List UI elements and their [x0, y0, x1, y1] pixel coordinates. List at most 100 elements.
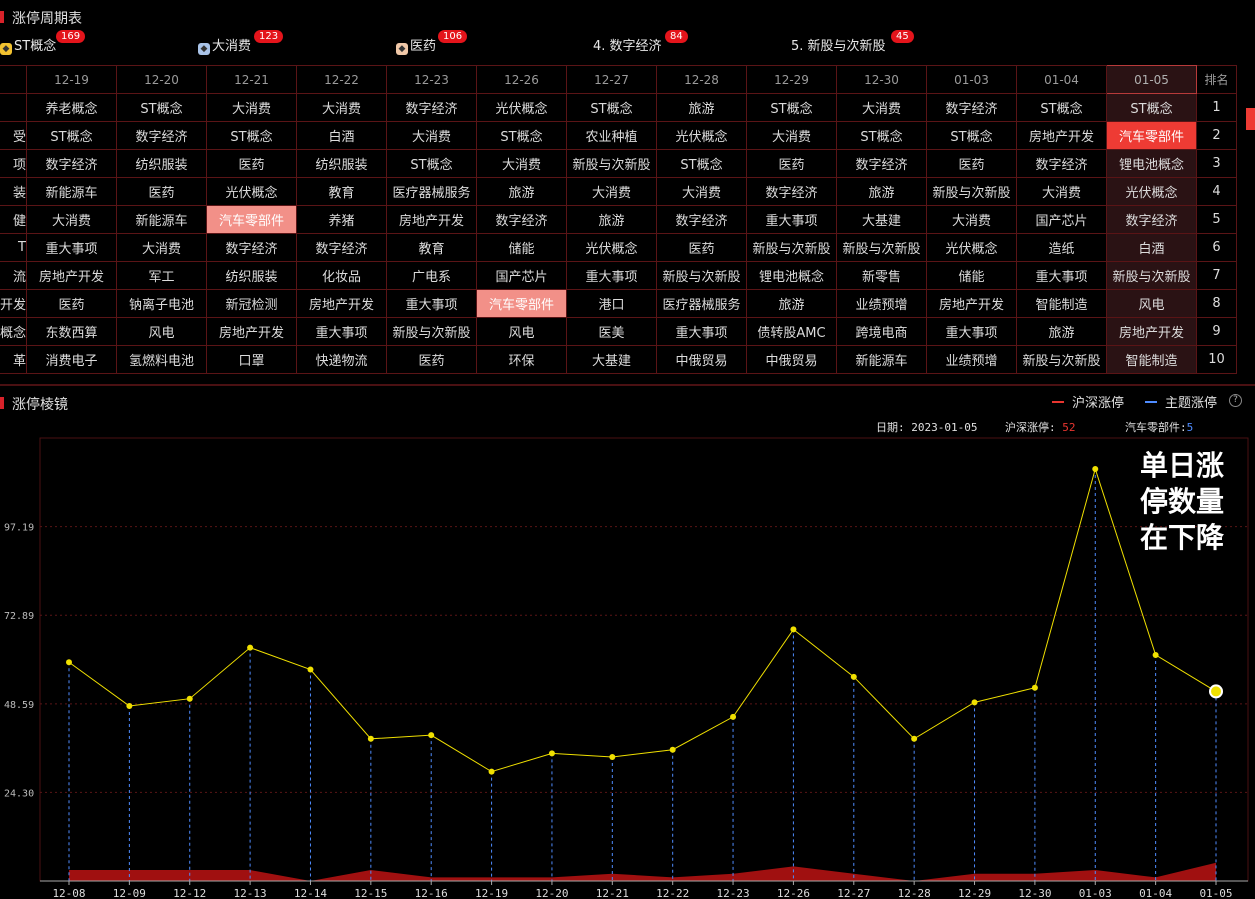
- concept-cell[interactable]: 智能制造: [1106, 345, 1197, 374]
- concept-cell[interactable]: 旅游: [746, 289, 837, 318]
- concept-cell[interactable]: 债转股AMC: [746, 317, 837, 346]
- concept-cell[interactable]: 数字经济: [116, 121, 207, 150]
- concept-cell[interactable]: 钠离子电池: [116, 289, 207, 318]
- concept-cell[interactable]: 数字经济: [206, 233, 297, 262]
- concept-cell[interactable]: 教育: [296, 177, 387, 206]
- concept-cell[interactable]: ST概念: [206, 121, 297, 150]
- concept-cell[interactable]: 纺织服装: [206, 261, 297, 290]
- date-header-cell[interactable]: 12-26: [476, 65, 567, 94]
- tab-consumer[interactable]: ◆ 大消费 123: [198, 30, 284, 56]
- concept-cell[interactable]: 大消费: [836, 93, 927, 122]
- scrollbar-thumb[interactable]: [1246, 108, 1255, 130]
- concept-cell[interactable]: 房地产开发: [386, 205, 477, 234]
- concept-cell[interactable]: 纺织服装: [116, 149, 207, 178]
- concept-cell[interactable]: 旅游: [656, 93, 747, 122]
- concept-cell[interactable]: 储能: [476, 233, 567, 262]
- concept-cell[interactable]: 房地产开发: [296, 289, 387, 318]
- concept-cell[interactable]: 房地产开发: [926, 289, 1017, 318]
- concept-cell[interactable]: 旅游: [836, 177, 927, 206]
- concept-cell[interactable]: ST概念: [1106, 93, 1197, 122]
- date-header-cell[interactable]: 01-03: [926, 65, 1017, 94]
- date-header-cell[interactable]: 12-20: [116, 65, 207, 94]
- concept-cell[interactable]: 重大事项: [746, 205, 837, 234]
- concept-cell[interactable]: 汽车零部件: [1106, 121, 1197, 150]
- tab-digital-economy[interactable]: 4. 数字经济 84: [593, 30, 688, 56]
- concept-cell[interactable]: 新股与次新股: [656, 261, 747, 290]
- concept-cell[interactable]: 化妆品: [296, 261, 387, 290]
- tab-new-stocks[interactable]: 5. 新股与次新股 45: [791, 30, 914, 56]
- concept-cell[interactable]: 数字经济: [1016, 149, 1107, 178]
- concept-cell[interactable]: 大消费: [656, 177, 747, 206]
- concept-cell[interactable]: ST概念: [476, 121, 567, 150]
- concept-cell[interactable]: 重大事项: [656, 317, 747, 346]
- concept-cell[interactable]: 医药: [26, 289, 117, 318]
- concept-cell[interactable]: 新零售: [836, 261, 927, 290]
- concept-cell[interactable]: 大消费: [746, 121, 837, 150]
- concept-cell[interactable]: 港口: [566, 289, 657, 318]
- concept-cell[interactable]: 锂电池概念: [746, 261, 837, 290]
- concept-cell[interactable]: ST概念: [836, 121, 927, 150]
- concept-cell[interactable]: 教育: [386, 233, 477, 262]
- concept-cell[interactable]: 重大事项: [926, 317, 1017, 346]
- concept-cell[interactable]: 医疗器械服务: [656, 289, 747, 318]
- tab-medicine[interactable]: ◆ 医药 106: [396, 30, 468, 56]
- concept-cell[interactable]: 旅游: [1016, 317, 1107, 346]
- concept-cell[interactable]: 新股与次新股: [386, 317, 477, 346]
- concept-cell[interactable]: 旅游: [566, 205, 657, 234]
- concept-cell[interactable]: 汽车零部件: [206, 205, 297, 234]
- date-header-cell[interactable]: 12-28: [656, 65, 747, 94]
- concept-cell[interactable]: 数字经济: [26, 149, 117, 178]
- concept-cell[interactable]: 大消费: [296, 93, 387, 122]
- concept-cell[interactable]: 新能源车: [836, 345, 927, 374]
- concept-cell[interactable]: 氢燃料电池: [116, 345, 207, 374]
- concept-cell[interactable]: 大消费: [386, 121, 477, 150]
- date-header-cell[interactable]: 12-30: [836, 65, 927, 94]
- concept-cell[interactable]: 中俄贸易: [656, 345, 747, 374]
- concept-cell[interactable]: 医药: [926, 149, 1017, 178]
- concept-cell[interactable]: 医药: [746, 149, 837, 178]
- concept-cell[interactable]: 大消费: [926, 205, 1017, 234]
- concept-cell[interactable]: 白酒: [1106, 233, 1197, 262]
- concept-cell[interactable]: 重大事项: [386, 289, 477, 318]
- concept-cell[interactable]: 新股与次新股: [746, 233, 837, 262]
- concept-cell[interactable]: 房地产开发: [1016, 121, 1107, 150]
- concept-cell[interactable]: 新股与次新股: [566, 149, 657, 178]
- concept-cell[interactable]: 环保: [476, 345, 567, 374]
- concept-cell[interactable]: 医药: [206, 149, 297, 178]
- concept-cell[interactable]: 智能制造: [1016, 289, 1107, 318]
- concept-cell[interactable]: 广电系: [386, 261, 477, 290]
- concept-cell[interactable]: 跨境电商: [836, 317, 927, 346]
- concept-cell[interactable]: 纺织服装: [296, 149, 387, 178]
- help-icon[interactable]: ?: [1229, 391, 1242, 407]
- concept-cell[interactable]: 光伏概念: [1106, 177, 1197, 206]
- concept-cell[interactable]: ST概念: [926, 121, 1017, 150]
- concept-cell[interactable]: 大基建: [566, 345, 657, 374]
- date-header-cell[interactable]: 12-27: [566, 65, 657, 94]
- concept-cell[interactable]: 风电: [116, 317, 207, 346]
- date-header-cell[interactable]: 12-29: [746, 65, 837, 94]
- concept-cell[interactable]: 新能源车: [116, 205, 207, 234]
- concept-cell[interactable]: 新冠检测: [206, 289, 297, 318]
- concept-cell[interactable]: 光伏概念: [926, 233, 1017, 262]
- concept-cell[interactable]: 房地产开发: [1106, 317, 1197, 346]
- date-header-cell[interactable]: 01-04: [1016, 65, 1107, 94]
- concept-cell[interactable]: 新能源车: [26, 177, 117, 206]
- date-header-cell[interactable]: 12-23: [386, 65, 477, 94]
- concept-cell[interactable]: 数字经济: [476, 205, 567, 234]
- concept-cell[interactable]: 造纸: [1016, 233, 1107, 262]
- date-header-cell[interactable]: 12-22: [296, 65, 387, 94]
- concept-cell[interactable]: 业绩预增: [836, 289, 927, 318]
- concept-cell[interactable]: 数字经济: [836, 149, 927, 178]
- concept-cell[interactable]: 新股与次新股: [1106, 261, 1197, 290]
- concept-cell[interactable]: 新股与次新股: [1016, 345, 1107, 374]
- concept-cell[interactable]: 医药: [656, 233, 747, 262]
- concept-cell[interactable]: 医疗器械服务: [386, 177, 477, 206]
- concept-cell[interactable]: ST概念: [656, 149, 747, 178]
- concept-cell[interactable]: 旅游: [476, 177, 567, 206]
- concept-cell[interactable]: 数字经济: [1106, 205, 1197, 234]
- date-header-cell[interactable]: 01-05: [1106, 65, 1197, 94]
- concept-cell[interactable]: 养老概念: [26, 93, 117, 122]
- concept-cell[interactable]: 国产芯片: [1016, 205, 1107, 234]
- concept-cell[interactable]: ST概念: [746, 93, 837, 122]
- concept-cell[interactable]: ST概念: [386, 149, 477, 178]
